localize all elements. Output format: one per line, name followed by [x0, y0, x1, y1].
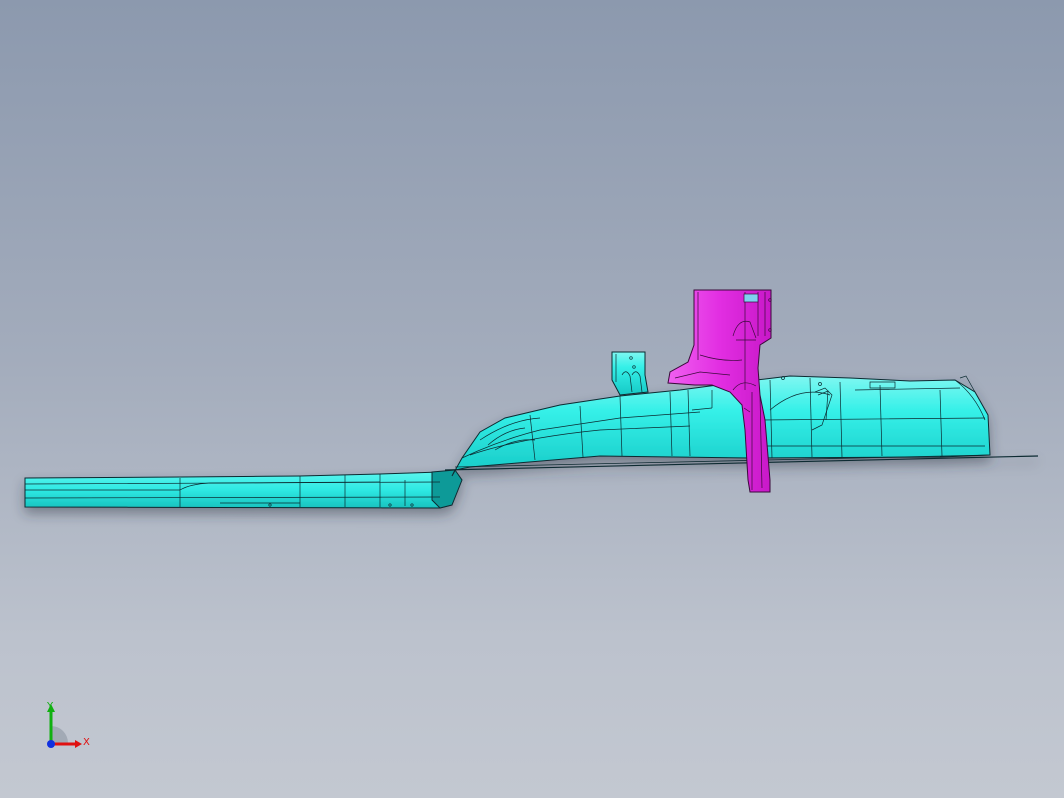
z-axis-dot — [47, 740, 55, 748]
triad-shading-arc — [51, 726, 68, 743]
transition-step — [431, 469, 463, 509]
graphics-viewport[interactable]: Y X — [0, 0, 1064, 798]
y-axis-label: Y — [47, 701, 54, 712]
cad-model-view[interactable] — [0, 0, 1064, 798]
coordinate-triad: Y X — [36, 696, 106, 756]
small-bracket[interactable] — [611, 351, 649, 396]
main-part[interactable] — [24, 375, 1039, 509]
x-axis-arrow — [75, 740, 82, 748]
x-axis-label: X — [83, 737, 90, 748]
